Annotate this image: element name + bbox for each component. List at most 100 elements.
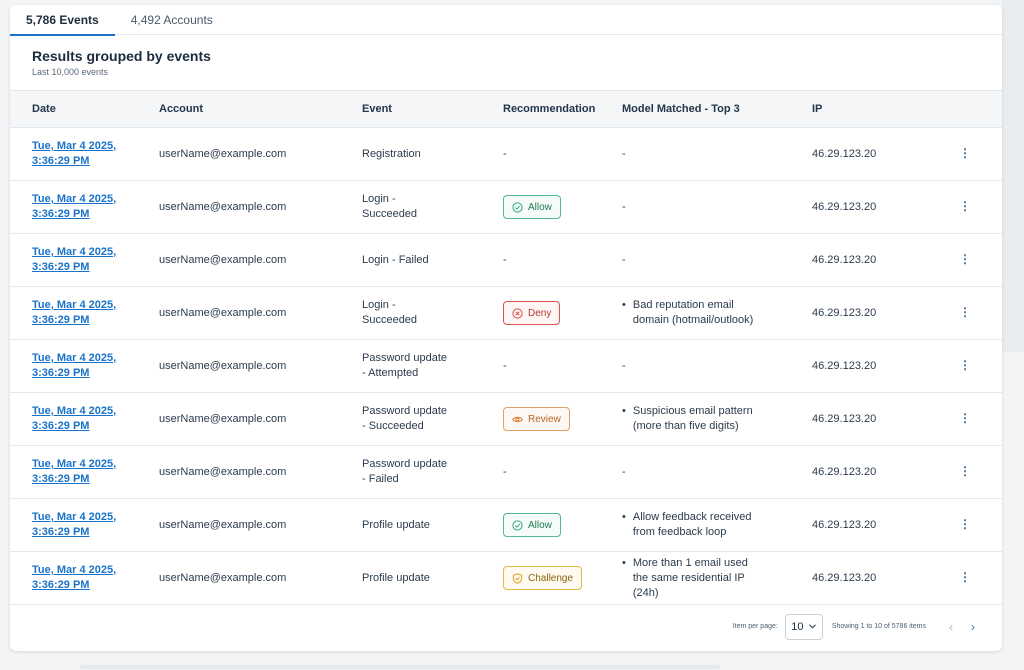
tab-events[interactable]: 5,786 Events (10, 5, 115, 36)
more-options-icon[interactable]: ⋮ (959, 252, 971, 266)
results-header: Results grouped by events Last 10,000 ev… (10, 35, 1002, 90)
more-options-icon[interactable]: ⋮ (959, 146, 971, 160)
column-header-date[interactable]: Date (10, 90, 137, 128)
recommendation-badge-challenge: Challenge (503, 566, 583, 590)
bullet-icon: • (622, 405, 626, 417)
more-options-icon[interactable]: ⋮ (959, 411, 971, 425)
model-matched-empty: - (622, 147, 626, 160)
date-cell: Tue, Mar 4 2025, 3:36:29 PM (10, 392, 137, 446)
model-matched-cell: - (600, 339, 790, 393)
event-date-link[interactable]: Tue, Mar 4 2025, 3:36:29 PM (32, 351, 116, 381)
model-matched-cell: • Suspicious email pattern (more than fiv… (600, 392, 790, 446)
date-cell: Tue, Mar 4 2025, 3:36:29 PM (10, 551, 137, 605)
ip-cell: 46.29.123.20 (790, 286, 937, 340)
ip-cell: 46.29.123.20 (790, 498, 937, 552)
recommendation-empty: - (503, 359, 507, 372)
model-matched-cell: • Bad reputation email domain (hotmail/ou… (600, 286, 790, 340)
table-body: Tue, Mar 4 2025, 3:36:29 PM userName@exam… (10, 127, 1002, 605)
ip-cell: 46.29.123.20 (790, 339, 937, 393)
table-row[interactable]: Tue, Mar 4 2025, 3:36:29 PM userName@exam… (10, 498, 1002, 552)
eye-icon (512, 416, 523, 422)
table-row[interactable]: Tue, Mar 4 2025, 3:36:29 PM userName@exam… (10, 339, 1002, 393)
table-header-row: Date Account Event Recommendation Model … (10, 90, 1002, 128)
page-title: Results grouped by events (32, 48, 211, 64)
table-row[interactable]: Tue, Mar 4 2025, 3:36:29 PM userName@exam… (10, 551, 1002, 605)
column-header-account[interactable]: Account (137, 90, 340, 128)
event-date-link[interactable]: Tue, Mar 4 2025, 3:36:29 PM (32, 298, 116, 328)
model-matched-text: Suspicious email pattern (more than five… (632, 405, 753, 432)
pagination-bar: Item per page: 10 Showing 1 to 10 of 578… (10, 602, 1002, 651)
event-date: Tue, Mar 4 2025, (32, 458, 117, 470)
model-matched-item: • Bad reputation email domain (hotmail/ou… (622, 298, 766, 328)
badge-label: Allow (528, 519, 552, 531)
event-date-link[interactable]: Tue, Mar 4 2025, 3:36:29 PM (32, 139, 116, 169)
event-date: Tue, Mar 4 2025, (32, 511, 117, 523)
account-cell: userName@example.com (137, 233, 340, 287)
recommendation-cell: - (481, 339, 600, 393)
badge-label: Review (528, 413, 561, 425)
event-date-link[interactable]: Tue, Mar 4 2025, 3:36:29 PM (32, 245, 116, 275)
check-circle-icon (512, 519, 523, 531)
table-row[interactable]: Tue, Mar 4 2025, 3:36:29 PM userName@exam… (10, 233, 1002, 287)
event-date-link[interactable]: Tue, Mar 4 2025, 3:36:29 PM (32, 192, 116, 222)
tab-accounts[interactable]: 4,492 Accounts (115, 5, 229, 35)
more-options-icon[interactable]: ⋮ (959, 517, 971, 531)
recommendation-cell: Deny (481, 286, 600, 340)
table-row[interactable]: Tue, Mar 4 2025, 3:36:29 PM userName@exam… (10, 127, 1002, 181)
model-matched-text: Bad reputation email domain (hotmail/out… (632, 299, 754, 326)
badge-label: Allow (528, 201, 552, 213)
recommendation-empty: - (503, 147, 507, 160)
event-date-link[interactable]: Tue, Mar 4 2025, 3:36:29 PM (32, 457, 116, 487)
model-matched-empty: - (622, 465, 626, 478)
model-matched-cell: - (600, 233, 790, 287)
more-options-icon[interactable]: ⋮ (959, 199, 971, 213)
badge-label: Deny (528, 307, 552, 319)
ip-cell: 46.29.123.20 (790, 551, 937, 605)
recommendation-cell: - (481, 445, 600, 499)
event-cell: Login - Succeeded (340, 286, 481, 340)
table-row[interactable]: Tue, Mar 4 2025, 3:36:29 PM userName@exam… (10, 392, 1002, 446)
event-date: Tue, Mar 4 2025, (32, 299, 117, 311)
account-cell: userName@example.com (137, 551, 340, 605)
event-date-link[interactable]: Tue, Mar 4 2025, 3:36:29 PM (32, 404, 116, 434)
table-row[interactable]: Tue, Mar 4 2025, 3:36:29 PM userName@exam… (10, 286, 1002, 340)
model-matched-cell: - (600, 445, 790, 499)
event-date-link[interactable]: Tue, Mar 4 2025, 3:36:29 PM (32, 510, 116, 540)
column-header-recommendation[interactable]: Recommendation (481, 90, 600, 128)
items-range-text: Showing 1 to 10 of 5786 items (831, 623, 926, 630)
tab-bar: 5,786 Events 4,492 Accounts (10, 5, 1002, 36)
recommendation-badge-deny: Deny (503, 301, 561, 325)
column-header-model-matched[interactable]: Model Matched - Top 3 (600, 90, 790, 128)
model-matched-cell: • Allow feedback received from feedback l… (600, 498, 790, 552)
actions-cell: ⋮ (937, 498, 1002, 552)
account-cell: userName@example.com (137, 392, 340, 446)
previous-page-button[interactable]: ‹ (940, 616, 962, 638)
event-cell: Password update - Succeeded (340, 392, 481, 446)
event-date-link[interactable]: Tue, Mar 4 2025, 3:36:29 PM (32, 563, 116, 593)
table-row[interactable]: Tue, Mar 4 2025, 3:36:29 PM userName@exam… (10, 180, 1002, 234)
recommendation-cell: Review (481, 392, 600, 446)
ip-cell: 46.29.123.20 (790, 180, 937, 234)
event-date: Tue, Mar 4 2025, (32, 352, 117, 364)
account-cell: userName@example.com (137, 339, 340, 393)
table-row[interactable]: Tue, Mar 4 2025, 3:36:29 PM userName@exam… (10, 445, 1002, 499)
recommendation-empty: - (503, 465, 507, 478)
actions-cell: ⋮ (937, 180, 1002, 234)
column-header-ip[interactable]: IP (790, 90, 937, 128)
per-page-select[interactable]: 10 (784, 613, 823, 640)
more-options-icon[interactable]: ⋮ (959, 464, 971, 478)
ip-cell: 46.29.123.20 (790, 445, 937, 499)
actions-cell: ⋮ (937, 445, 1002, 499)
more-options-icon[interactable]: ⋮ (959, 358, 971, 372)
more-options-icon[interactable]: ⋮ (959, 570, 971, 584)
bullet-icon: • (622, 511, 626, 523)
model-matched-item: • More than 1 email used the same residen… (622, 556, 766, 601)
recommendation-cell: - (481, 233, 600, 287)
column-header-event[interactable]: Event (340, 90, 481, 128)
model-matched-text: Allow feedback received from feedback lo… (632, 511, 752, 538)
event-date: Tue, Mar 4 2025, (32, 140, 117, 152)
next-page-button[interactable]: › (962, 616, 984, 638)
more-options-icon[interactable]: ⋮ (959, 305, 971, 319)
account-cell: userName@example.com (137, 286, 340, 340)
date-cell: Tue, Mar 4 2025, 3:36:29 PM (10, 498, 137, 552)
